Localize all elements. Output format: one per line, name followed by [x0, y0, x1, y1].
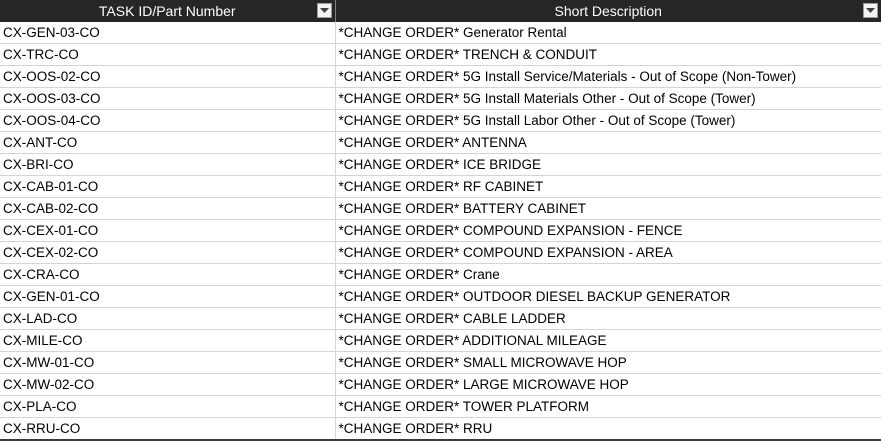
filter-dropdown-button[interactable]	[316, 3, 332, 18]
short-description-cell[interactable]: *CHANGE ORDER* TRENCH & CONDUIT	[335, 43, 881, 66]
short-description-cell[interactable]: *CHANGE ORDER* COMPOUND EXPANSION - AREA	[335, 241, 881, 264]
table-row: CX-TRC-CO *CHANGE ORDER* TRENCH & CONDUIT	[0, 43, 881, 66]
dropdown-arrow-icon	[866, 7, 875, 13]
dropdown-arrow-icon	[319, 7, 329, 13]
task-id-cell[interactable]: CX-ANT-CO	[0, 131, 336, 154]
table-row: CX-CRA-CO *CHANGE ORDER* Crane	[0, 263, 881, 286]
task-id-cell[interactable]: CX-OOS-04-CO	[0, 109, 336, 132]
task-id-cell[interactable]: CX-BRI-CO	[0, 153, 336, 176]
table-row: CX-GEN-01-CO *CHANGE ORDER* OUTDOOR DIESE…	[0, 285, 881, 308]
table-row: CX-OOS-02-CO *CHANGE ORDER* 5G Install Se…	[0, 65, 881, 88]
task-id-cell[interactable]: CX-LAD-CO	[0, 307, 336, 330]
table-row: CX-CAB-02-CO *CHANGE ORDER* BATTERY CABIN…	[0, 197, 881, 220]
short-description-cell[interactable]: *CHANGE ORDER* Crane	[335, 263, 881, 286]
table-row: CX-OOS-03-CO *CHANGE ORDER* 5G Install Ma…	[0, 87, 881, 110]
table-row: CX-ANT-CO *CHANGE ORDER* ANTENNA	[0, 131, 881, 154]
spreadsheet-view: TASK ID/Part Number Short Description CX…	[0, 0, 881, 442]
task-id-cell[interactable]: CX-CAB-02-CO	[0, 197, 336, 220]
short-description-cell[interactable]: *CHANGE ORDER* RF CABINET	[335, 175, 881, 198]
task-id-cell[interactable]: CX-MW-02-CO	[0, 373, 336, 396]
table-row: CX-CEX-01-CO *CHANGE ORDER* COMPOUND EXPA…	[0, 219, 881, 242]
task-id-cell[interactable]: CX-CRA-CO	[0, 263, 336, 286]
short-description-cell[interactable]: *CHANGE ORDER* OUTDOOR DIESEL BACKUP GEN…	[335, 285, 881, 308]
table-body: CX-GEN-03-CO *CHANGE ORDER* Generator Ren…	[0, 22, 881, 441]
table-row: CX-CAB-01-CO *CHANGE ORDER* RF CABINET	[0, 175, 881, 198]
task-id-cell[interactable]: CX-CEX-01-CO	[0, 219, 336, 242]
short-description-cell[interactable]: *CHANGE ORDER* ADDITIONAL MILEAGE	[335, 329, 881, 352]
task-id-cell[interactable]: CX-MW-01-CO	[0, 351, 336, 374]
short-description-cell[interactable]: *CHANGE ORDER* SMALL MICROWAVE HOP	[335, 351, 881, 374]
table-row: CX-RRU-CO *CHANGE ORDER* RRU	[0, 417, 881, 441]
short-description-cell[interactable]: *CHANGE ORDER* 5G Install Labor Other - …	[335, 109, 881, 132]
short-description-cell[interactable]: *CHANGE ORDER* RRU	[335, 417, 881, 441]
task-id-cell[interactable]: CX-MILE-CO	[0, 329, 336, 352]
task-id-cell[interactable]: CX-CEX-02-CO	[0, 241, 336, 264]
table-row: CX-OOS-04-CO *CHANGE ORDER* 5G Install La…	[0, 109, 881, 132]
task-id-cell[interactable]: CX-OOS-02-CO	[0, 65, 336, 88]
short-description-cell[interactable]: *CHANGE ORDER* ICE BRIDGE	[335, 153, 881, 176]
table-row: CX-MW-01-CO *CHANGE ORDER* SMALL MICROWAV…	[0, 351, 881, 374]
table-row: CX-LAD-CO *CHANGE ORDER* CABLE LADDER	[0, 307, 881, 330]
column-header-label: Short Description	[554, 3, 662, 19]
short-description-cell[interactable]: *CHANGE ORDER* Generator Rental	[335, 22, 881, 44]
task-id-cell[interactable]: CX-PLA-CO	[0, 395, 336, 418]
table-row: CX-GEN-03-CO *CHANGE ORDER* Generator Ren…	[0, 22, 881, 44]
short-description-cell[interactable]: *CHANGE ORDER* COMPOUND EXPANSION - FENC…	[335, 219, 881, 242]
data-table: TASK ID/Part Number Short Description CX…	[0, 0, 881, 441]
task-id-cell[interactable]: CX-CAB-01-CO	[0, 175, 336, 198]
short-description-cell[interactable]: *CHANGE ORDER* LARGE MICROWAVE HOP	[335, 373, 881, 396]
task-id-cell[interactable]: CX-GEN-01-CO	[0, 285, 336, 308]
task-id-cell[interactable]: CX-GEN-03-CO	[0, 22, 336, 44]
filter-dropdown-button[interactable]	[863, 3, 878, 18]
short-description-cell[interactable]: *CHANGE ORDER* 5G Install Materials Othe…	[335, 87, 881, 110]
table-row: CX-BRI-CO *CHANGE ORDER* ICE BRIDGE	[0, 153, 881, 176]
task-id-cell[interactable]: CX-OOS-03-CO	[0, 87, 336, 110]
table-row: CX-PLA-CO *CHANGE ORDER* TOWER PLATFORM	[0, 395, 881, 418]
task-id-cell[interactable]: CX-TRC-CO	[0, 43, 336, 66]
table-row: CX-CEX-02-CO *CHANGE ORDER* COMPOUND EXPA…	[0, 241, 881, 264]
short-description-cell[interactable]: *CHANGE ORDER* BATTERY CABINET	[335, 197, 881, 220]
short-description-cell[interactable]: *CHANGE ORDER* ANTENNA	[335, 131, 881, 154]
table-row: CX-MILE-CO *CHANGE ORDER* ADDITIONAL MILE…	[0, 329, 881, 352]
header-row: TASK ID/Part Number Short Description	[0, 0, 881, 22]
table-row: CX-MW-02-CO *CHANGE ORDER* LARGE MICROWAV…	[0, 373, 881, 396]
short-description-cell[interactable]: *CHANGE ORDER* 5G Install Service/Materi…	[335, 65, 881, 88]
table-header: TASK ID/Part Number Short Description	[0, 0, 881, 22]
column-header-task-id[interactable]: TASK ID/Part Number	[0, 0, 336, 22]
task-id-cell[interactable]: CX-RRU-CO	[0, 417, 336, 441]
column-header-short-description[interactable]: Short Description	[335, 0, 881, 22]
column-header-label: TASK ID/Part Number	[98, 3, 236, 19]
short-description-cell[interactable]: *CHANGE ORDER* CABLE LADDER	[335, 307, 881, 330]
short-description-cell[interactable]: *CHANGE ORDER* TOWER PLATFORM	[335, 395, 881, 418]
